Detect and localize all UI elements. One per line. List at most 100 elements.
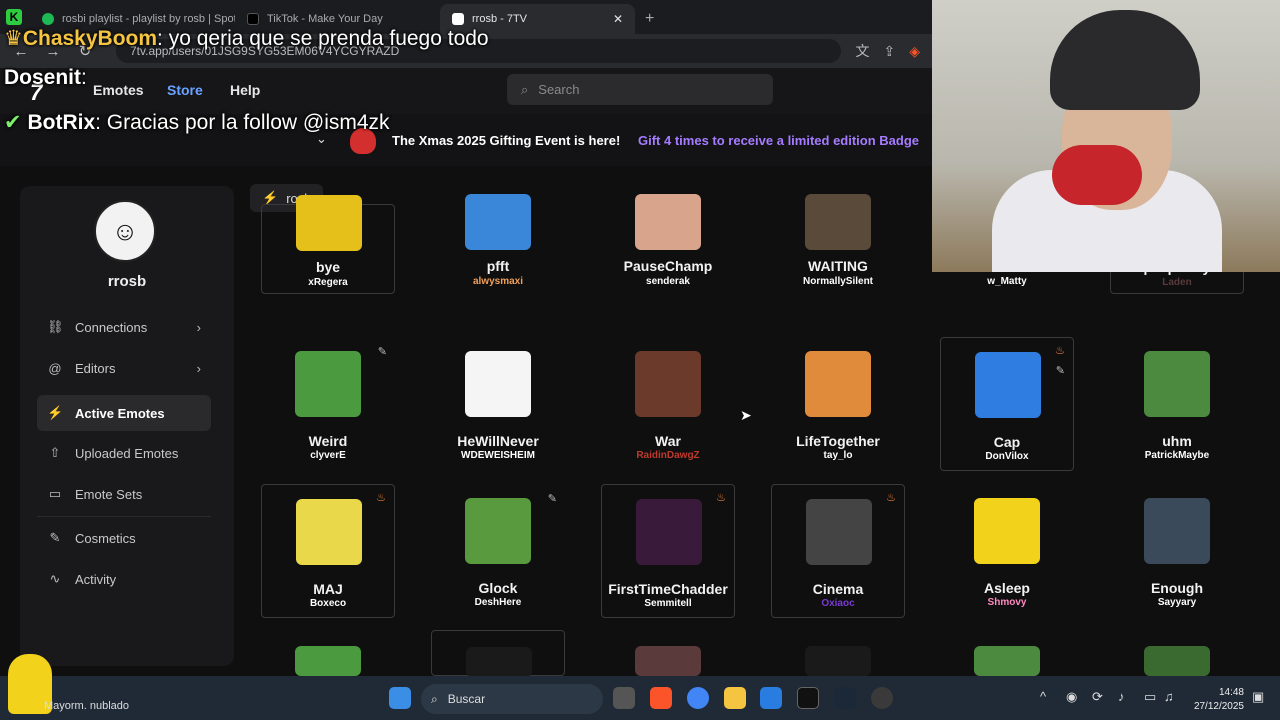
emote-card[interactable]: pfft alwysmaxi: [431, 194, 565, 294]
emote-card[interactable]: [431, 630, 565, 677]
site-header: 7 Emotes Store Help ⌕ Search: [0, 68, 932, 114]
crown-icon: ♛: [4, 27, 23, 50]
chrome-icon[interactable]: [687, 687, 709, 709]
chat-user: ChaskyBoom: [22, 27, 158, 50]
emote-thumbnail: [806, 499, 872, 565]
emote-card[interactable]: bye xRegera: [261, 195, 395, 294]
clock[interactable]: 14:48 27/12/2025: [1184, 686, 1244, 714]
emote-card[interactable]: LifeTogether tay_lo: [771, 337, 905, 471]
share-icon[interactable]: ⇪: [883, 43, 895, 60]
close-tab-icon[interactable]: ✕: [613, 12, 623, 26]
epic-games-icon[interactable]: [797, 687, 819, 709]
avatar[interactable]: ☺: [94, 200, 156, 262]
sidebar-item-emote-sets[interactable]: ▭ Emote Sets: [37, 476, 211, 512]
emote-author[interactable]: Shmovy: [940, 597, 1074, 608]
brave-icon[interactable]: [650, 687, 672, 709]
windows-start-icon[interactable]: [389, 687, 411, 709]
emote-card[interactable]: Enough Sayyary: [1110, 484, 1244, 618]
emote-author[interactable]: Oxiaoc: [772, 598, 904, 609]
nav-store[interactable]: Store: [167, 82, 203, 98]
emote-card[interactable]: ♨ ✎ Cap DonVilox: [940, 337, 1074, 471]
file-explorer-icon[interactable]: [724, 687, 746, 709]
emote-thumbnail: [465, 194, 531, 250]
emote-thumbnail: [805, 646, 871, 676]
steam-icon[interactable]: [834, 687, 856, 709]
emote-author[interactable]: xRegera: [262, 277, 394, 288]
discord-icon[interactable]: ◉: [1066, 689, 1077, 705]
emote-author[interactable]: w_Matty: [940, 276, 1074, 287]
sidebar-item-cosmetics[interactable]: ✎ Cosmetics: [37, 520, 211, 556]
emote-card[interactable]: HeWillNever WDEWEISHEIM: [431, 337, 565, 471]
mic-icon[interactable]: ♪: [1118, 689, 1125, 704]
verified-icon: ✔: [4, 111, 22, 134]
emote-name: FirstTimeChadder: [608, 581, 728, 597]
emote-author[interactable]: WDEWEISHEIM: [431, 450, 565, 461]
emote-author[interactable]: senderak: [601, 276, 735, 287]
emote-card[interactable]: ♨ FirstTimeChadder Semmitell: [601, 484, 735, 618]
pencil-icon[interactable]: ✎: [548, 492, 557, 505]
chat-message: Dosenit:: [4, 66, 87, 90]
store-icon[interactable]: [760, 687, 782, 709]
emote-card[interactable]: [261, 630, 395, 676]
nav-emotes[interactable]: Emotes: [93, 82, 144, 98]
emote-thumbnail: [975, 352, 1041, 418]
emote-card[interactable]: WAITING NormallySilent: [771, 194, 905, 294]
emote-author[interactable]: NormallySilent: [771, 276, 905, 287]
sidebar-item-connections[interactable]: ⛓ Connections ›: [37, 309, 211, 345]
emote-name: LifeTogether: [796, 433, 880, 449]
emote-thumbnail: [296, 195, 362, 251]
sidebar-item-active-emotes[interactable]: ⚡ Active Emotes: [37, 395, 211, 431]
emote-card[interactable]: PauseChamp senderak: [601, 194, 735, 294]
sidebar-item-uploaded-emotes[interactable]: ⇧ Uploaded Emotes: [37, 435, 211, 471]
emote-author[interactable]: PatrickMaybe: [1110, 450, 1244, 461]
emote-card[interactable]: [601, 630, 735, 676]
pencil-icon[interactable]: ✎: [1056, 364, 1065, 377]
emote-author[interactable]: alwysmaxi: [431, 276, 565, 287]
emote-card[interactable]: ✎ Weird clyverE: [261, 337, 395, 471]
new-tab-button[interactable]: +: [635, 10, 664, 34]
sidebar-item-editors[interactable]: @ Editors ›: [37, 350, 211, 386]
weather-widget[interactable]: Mayorm. nublado: [44, 700, 129, 712]
banner-link[interactable]: Gift 4 times to receive a limited editio…: [638, 133, 919, 148]
emote-author[interactable]: Sayyary: [1110, 597, 1244, 608]
emote-author[interactable]: clyverE: [261, 450, 395, 461]
emote-card[interactable]: War RaidinDawgZ: [601, 337, 735, 471]
emote-thumbnail: [1144, 498, 1210, 564]
chat-text: : Gracias por la follow: [95, 111, 298, 134]
search-input[interactable]: ⌕ Search: [507, 74, 773, 105]
emote-card[interactable]: [1110, 630, 1244, 676]
tab-label: rrosb - 7TV: [472, 13, 528, 25]
network-icon[interactable]: ▭: [1144, 689, 1156, 705]
sync-icon[interactable]: ⟳: [1092, 689, 1103, 705]
obs-icon[interactable]: [871, 687, 893, 709]
emote-author[interactable]: DeshHere: [431, 597, 565, 608]
notification-icon[interactable]: ▣: [1252, 689, 1264, 705]
emote-author[interactable]: tay_lo: [771, 450, 905, 461]
nav-help[interactable]: Help: [230, 82, 260, 98]
emote-author[interactable]: RaidinDawgZ: [601, 450, 735, 461]
link-icon: ⛓: [47, 319, 64, 334]
pencil-icon[interactable]: ✎: [378, 345, 387, 358]
emote-thumbnail: [466, 647, 532, 677]
emote-card[interactable]: ✎ Glock DeshHere: [431, 484, 565, 618]
emote-author[interactable]: DonVilox: [941, 451, 1073, 462]
emote-author[interactable]: Boxeco: [262, 598, 394, 609]
emote-card[interactable]: [940, 630, 1074, 676]
emote-card[interactable]: ♨ Cinema Oxiaoc: [771, 484, 905, 618]
brave-shield-icon[interactable]: ◈: [909, 43, 920, 60]
emote-card[interactable]: uhm PatrickMaybe: [1110, 337, 1244, 471]
emote-author[interactable]: Semmitell: [602, 598, 734, 609]
emote-author[interactable]: Laden: [1111, 277, 1243, 288]
emote-name: Cap: [993, 434, 1021, 450]
spotify-icon: [42, 13, 54, 25]
emote-card[interactable]: Asleep Shmovy: [940, 484, 1074, 618]
emote-card[interactable]: [771, 630, 905, 676]
emote-card[interactable]: ♨ MAJ Boxeco: [261, 484, 395, 618]
mouse-cursor-icon: ➤: [740, 407, 752, 423]
translate-icon[interactable]: 文: [855, 41, 869, 61]
chevron-up-icon[interactable]: ^: [1040, 689, 1046, 704]
taskbar-search[interactable]: ⌕ Buscar: [421, 684, 603, 714]
task-view-icon[interactable]: [613, 687, 635, 709]
sidebar-item-activity[interactable]: ∿ Activity: [37, 561, 211, 597]
volume-icon[interactable]: ♫: [1164, 689, 1174, 704]
